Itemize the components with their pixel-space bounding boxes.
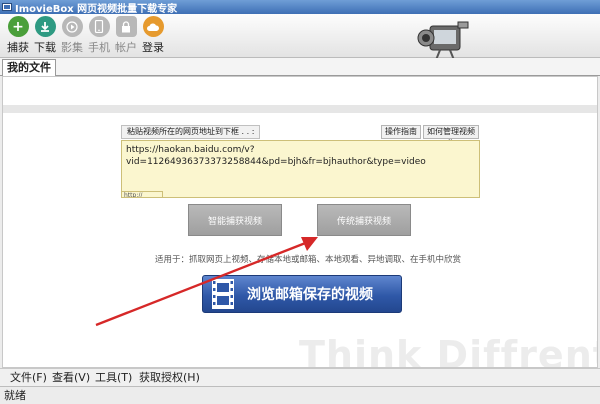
album-label: 影集 bbox=[61, 41, 83, 54]
menu-tools[interactable]: 工具(T) bbox=[95, 371, 132, 385]
play-icon bbox=[61, 16, 83, 37]
url-label: 粘贴视频所在的网页地址到下框 . . : bbox=[121, 125, 261, 139]
url-hint: http:// https:// ... bbox=[121, 191, 163, 198]
url-input[interactable]: https://haokan.baidu.com/v?vid=112649363… bbox=[126, 144, 475, 188]
download-icon bbox=[34, 16, 56, 37]
main-panel: Think Diffrent 粘贴视频所在的网页地址到下框 . . : 操作指南… bbox=[2, 76, 598, 368]
account-button[interactable]: 帐户 bbox=[112, 16, 140, 56]
login-label: 登录 bbox=[142, 41, 164, 54]
menu-file[interactable]: 文件(F) bbox=[10, 371, 47, 385]
capture-button[interactable]: + 捕获 bbox=[4, 16, 32, 56]
usage-description: 适用于：抓取网页上视频、存储本地或邮箱、本地观看、异地调取、在手机中欣赏 bbox=[155, 255, 462, 265]
download-label: 下载 bbox=[34, 41, 56, 54]
smart-capture-button[interactable]: 智能捕获视频 bbox=[188, 204, 282, 236]
cloud-icon bbox=[142, 16, 164, 37]
legacy-capture-button[interactable]: 传统捕获视频 bbox=[317, 204, 411, 236]
url-input-box: https://haokan.baidu.com/v?vid=112649363… bbox=[121, 140, 480, 198]
plus-icon: + bbox=[7, 16, 29, 37]
phone-button[interactable]: 手机 bbox=[85, 16, 113, 56]
login-button[interactable]: 登录 bbox=[139, 16, 167, 56]
watermark-text: Think Diffrent bbox=[299, 333, 598, 368]
lock-icon bbox=[115, 16, 137, 37]
header-strip bbox=[3, 105, 597, 113]
guide-button[interactable]: 操作指南 bbox=[381, 125, 421, 139]
manage-collection-button[interactable]: 如何管理视频集 bbox=[423, 125, 479, 148]
menu-bar: 文件(F) 查看(V) 工具(T) 获取授权(H) bbox=[0, 368, 600, 386]
download-button[interactable]: 下载 bbox=[31, 16, 59, 56]
capture-label: 捕获 bbox=[7, 41, 29, 54]
window-title: ImovieBox 网页视频批量下载专家 bbox=[15, 3, 178, 15]
phone-icon bbox=[88, 16, 110, 37]
film-icon bbox=[212, 279, 234, 309]
album-button[interactable]: 影集 bbox=[58, 16, 86, 56]
status-bar: 就绪 bbox=[0, 386, 600, 404]
menu-view[interactable]: 查看(V) bbox=[52, 371, 90, 385]
account-label: 帐户 bbox=[115, 41, 137, 54]
title-bar: ImovieBox 网页视频批量下载专家 bbox=[0, 0, 600, 15]
phone-label: 手机 bbox=[88, 41, 110, 54]
toolbar: + 捕获 下载 影集 手机 帐户 登录 bbox=[0, 14, 600, 58]
tab-my-files[interactable]: 我的文件 bbox=[2, 59, 56, 76]
browse-mailbox-label: 浏览邮箱保存的视频 bbox=[247, 287, 373, 303]
tab-bar: 我的文件 bbox=[0, 58, 600, 76]
mascot-camera-icon bbox=[417, 21, 469, 60]
app-icon bbox=[2, 3, 12, 11]
browse-mailbox-button[interactable]: 浏览邮箱保存的视频 bbox=[202, 275, 402, 313]
status-text: 就绪 bbox=[4, 389, 26, 402]
menu-license[interactable]: 获取授权(H) bbox=[139, 371, 200, 385]
